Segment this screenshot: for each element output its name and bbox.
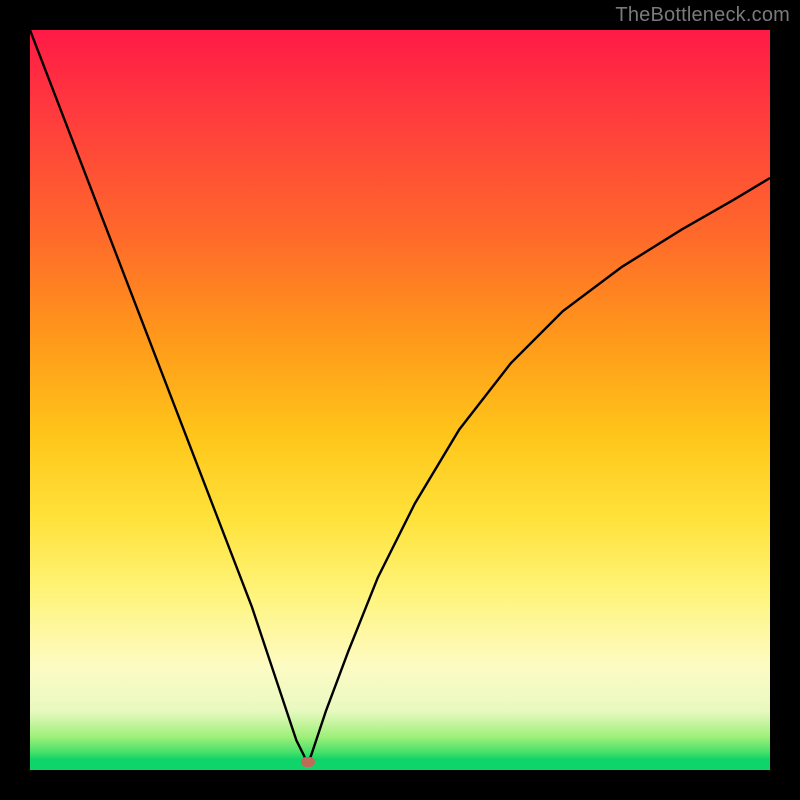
plot-area <box>30 30 770 770</box>
curve-path <box>30 30 770 764</box>
chart-frame: TheBottleneck.com <box>0 0 800 800</box>
bottleneck-curve <box>30 30 770 770</box>
watermark-text: TheBottleneck.com <box>615 4 790 27</box>
bottleneck-marker <box>301 757 315 767</box>
